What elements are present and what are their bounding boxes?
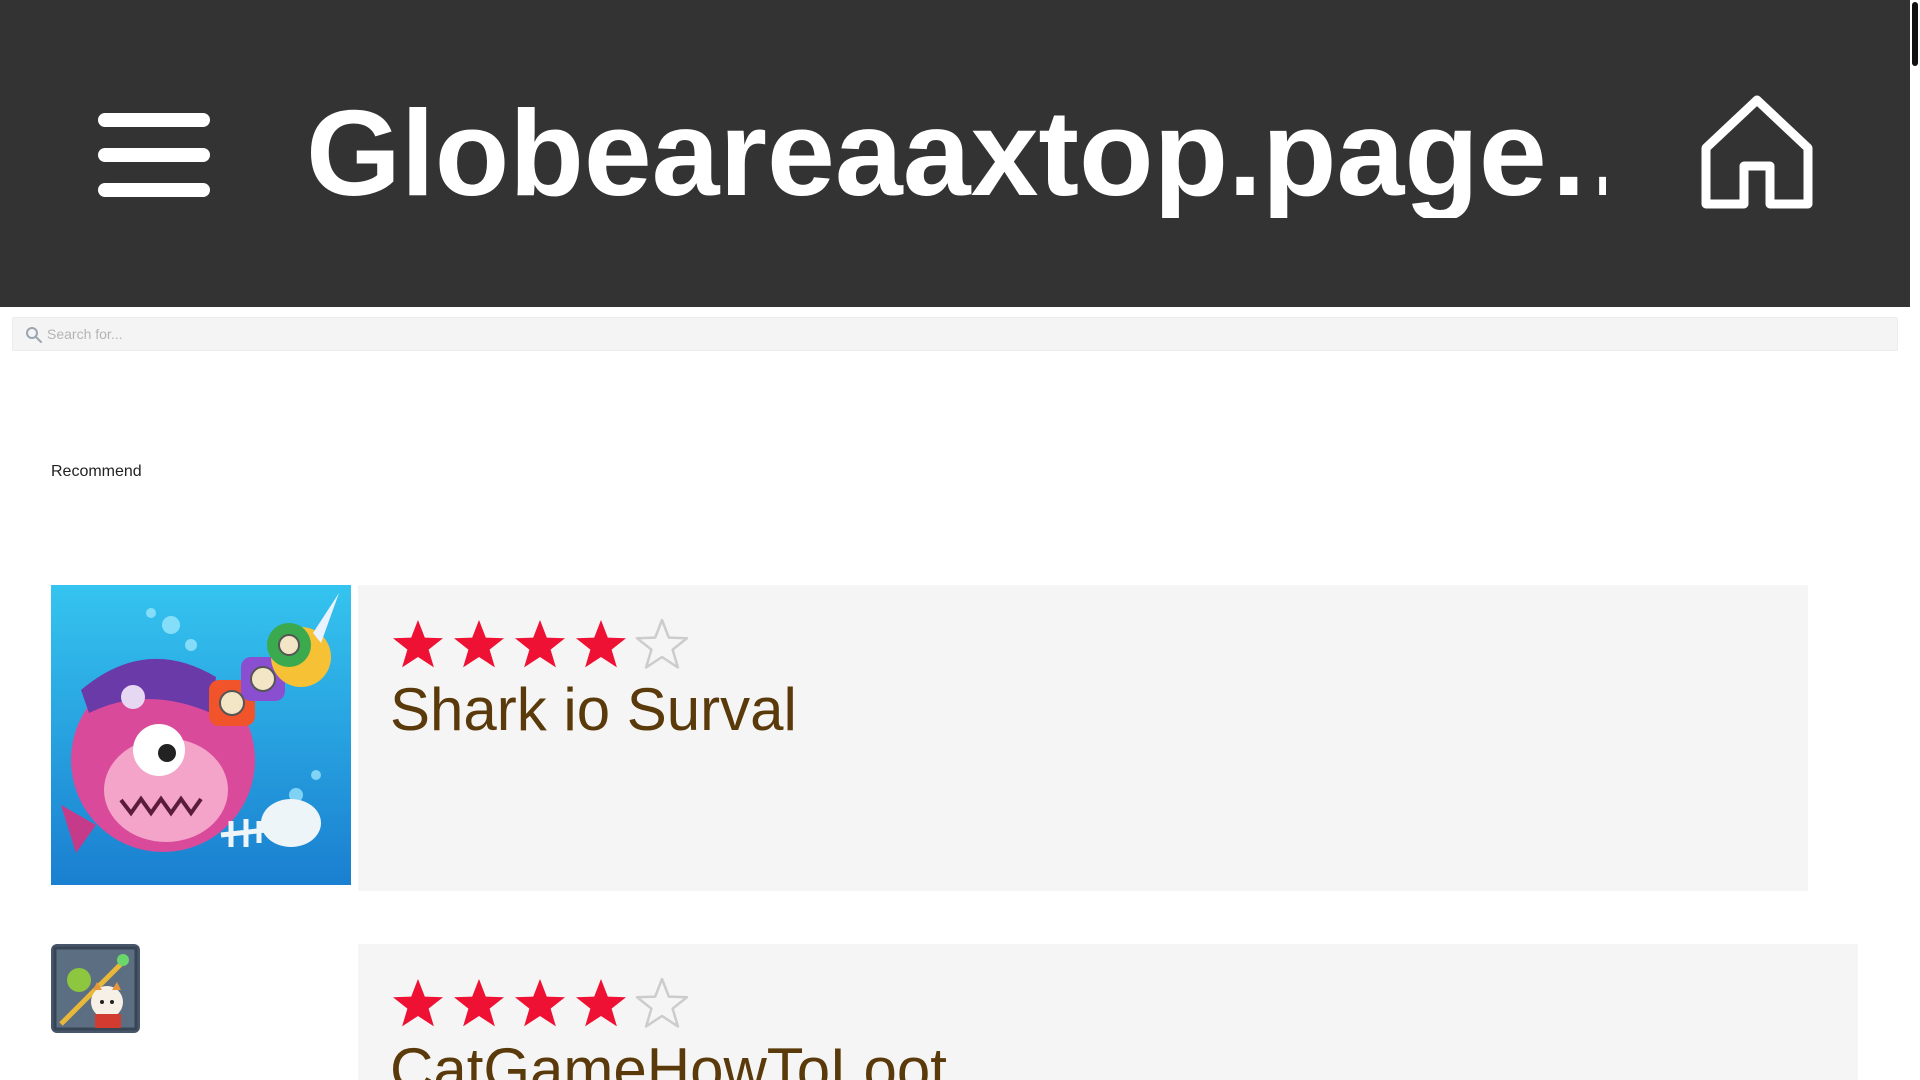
star-filled-icon bbox=[576, 620, 626, 668]
star-filled-icon bbox=[393, 979, 443, 1027]
star-filled-icon bbox=[515, 979, 565, 1027]
site-header: Globeareaaxtop.page… bbox=[0, 0, 1910, 307]
scrollbar-track[interactable] bbox=[1910, 0, 1920, 1080]
search-box[interactable] bbox=[12, 317, 1898, 351]
star-rating bbox=[390, 617, 695, 673]
star-filled-icon bbox=[454, 979, 504, 1027]
star-filled-icon bbox=[515, 620, 565, 668]
search-input[interactable] bbox=[45, 318, 1885, 350]
star-filled-icon bbox=[393, 620, 443, 668]
star-empty-icon bbox=[635, 618, 689, 669]
star-filled-icon bbox=[576, 979, 626, 1027]
hamburger-menu-icon[interactable] bbox=[98, 113, 210, 197]
page: Globeareaaxtop.page… Recommend bbox=[0, 0, 1920, 1080]
star-empty-icon bbox=[635, 977, 689, 1028]
game-card[interactable]: Shark io Surval bbox=[358, 585, 1808, 891]
cat-loot-game-thumbnail bbox=[51, 944, 140, 1033]
game-name[interactable]: Shark io Surval bbox=[390, 675, 797, 745]
game-thumbnail[interactable] bbox=[51, 944, 140, 1033]
game-card[interactable]: CatGameHowToLoot bbox=[358, 944, 1858, 1080]
scrollbar-thumb[interactable] bbox=[1912, 2, 1918, 66]
site-title[interactable]: Globeareaaxtop.page… bbox=[306, 88, 1606, 218]
home-icon[interactable] bbox=[1698, 92, 1816, 212]
search-icon bbox=[26, 327, 42, 343]
star-filled-icon bbox=[454, 620, 504, 668]
pirate-shark-game-thumbnail bbox=[51, 585, 351, 885]
game-thumbnail[interactable] bbox=[51, 585, 351, 885]
star-rating bbox=[390, 976, 695, 1032]
game-name[interactable]: CatGameHowToLoot bbox=[390, 1035, 947, 1080]
section-heading: Recommend bbox=[51, 463, 142, 480]
